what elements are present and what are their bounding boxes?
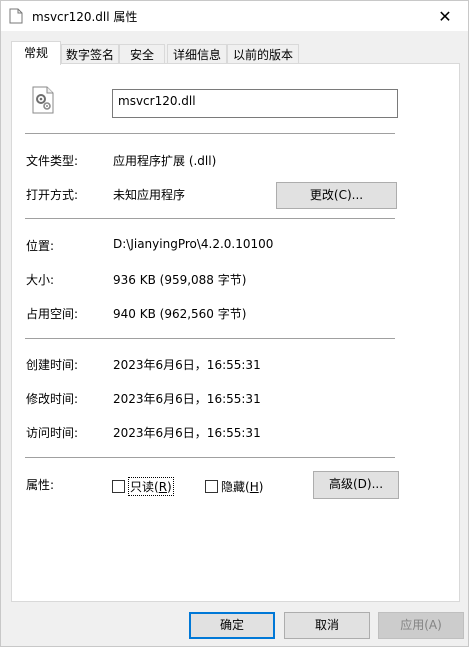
created-value: 2023年6月6日，16:55:31 [113, 358, 261, 372]
advanced-button[interactable]: 高级(D)... [313, 471, 399, 499]
separator [25, 338, 395, 339]
size-on-disk-label: 占用空间: [26, 307, 79, 321]
opens-with-label: 打开方式: [26, 188, 79, 202]
tab-previous-versions[interactable]: 以前的版本 [227, 44, 299, 64]
hidden-checkbox-label: 隐藏(H) [221, 479, 264, 494]
size-label: 大小: [26, 273, 55, 287]
checkbox-box[interactable] [205, 479, 218, 493]
modified-label: 修改时间: [26, 392, 79, 406]
tab-details[interactable]: 详细信息 [167, 44, 227, 64]
apply-button[interactable]: 应用(A) [378, 612, 464, 639]
dll-file-icon [32, 86, 54, 114]
hidden-checkbox[interactable]: 隐藏(H) [205, 479, 264, 494]
window-title: msvcr120.dll 属性 [32, 10, 138, 24]
separator [25, 218, 395, 219]
close-button[interactable]: ✕ [422, 1, 468, 31]
change-button[interactable]: 更改(C)... [276, 182, 397, 209]
checkbox-box[interactable] [112, 479, 125, 493]
close-icon: ✕ [438, 6, 452, 26]
properties-window: msvcr120.dll 属性 ✕ 常规 数字签名 安全 详细信息 以前的版本 … [0, 0, 469, 647]
cancel-button[interactable]: 取消 [284, 612, 370, 639]
accessed-label: 访问时间: [26, 426, 79, 440]
size-value: 936 KB (959,088 字节) [113, 273, 247, 287]
created-label: 创建时间: [26, 358, 79, 372]
file-name-input[interactable]: msvcr120.dll [112, 89, 398, 118]
type-value: 应用程序扩展 (.dll) [113, 154, 217, 168]
tab-security[interactable]: 安全 [119, 44, 165, 64]
size-on-disk-value: 940 KB (962,560 字节) [113, 307, 247, 321]
file-icon [9, 8, 23, 24]
tab-general[interactable]: 常规 [11, 41, 61, 65]
general-panel [11, 63, 460, 602]
type-label: 文件类型: [26, 154, 79, 168]
accessed-value: 2023年6月6日，16:55:31 [113, 426, 261, 440]
readonly-checkbox-label: 只读(R) [128, 476, 174, 496]
location-label: 位置: [26, 239, 55, 253]
ok-button[interactable]: 确定 [189, 612, 275, 639]
separator [25, 133, 395, 134]
separator [25, 457, 395, 458]
modified-value: 2023年6月6日，16:55:31 [113, 392, 261, 406]
opens-with-value: 未知应用程序 [113, 188, 186, 202]
readonly-checkbox[interactable]: 只读(R) [112, 476, 174, 496]
tab-digital-signatures[interactable]: 数字签名 [61, 44, 119, 64]
title-bar[interactable]: msvcr120.dll 属性 ✕ [1, 1, 468, 31]
attributes-label: 属性: [26, 478, 55, 492]
location-value: D:\JianyingPro\4.2.0.10100 [113, 237, 274, 251]
